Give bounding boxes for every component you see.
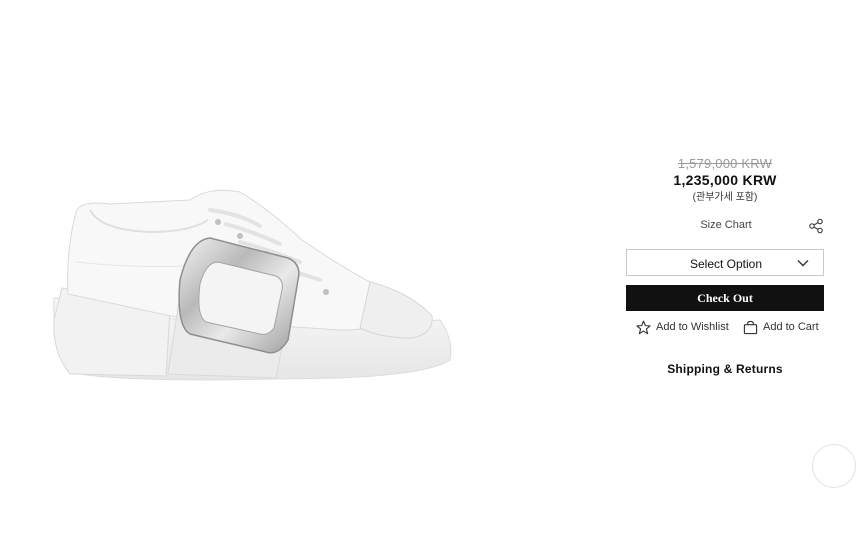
share-icon[interactable]	[808, 218, 824, 234]
checkout-button-label: Check Out	[697, 291, 753, 305]
shipping-returns-link[interactable]: Shipping & Returns	[626, 362, 824, 376]
star-icon	[636, 320, 651, 334]
current-price: 1,235,000 KRW	[673, 172, 777, 188]
add-to-cart-button[interactable]: Add to Cart	[743, 319, 819, 335]
option-select[interactable]: Select Option	[626, 249, 824, 276]
checkout-button[interactable]: Check Out	[626, 285, 824, 311]
bag-icon	[743, 320, 758, 334]
chevron-down-icon	[797, 260, 809, 267]
product-image	[53, 189, 452, 381]
wishlist-label: Add to Wishlist	[656, 321, 729, 333]
cart-label: Add to Cart	[763, 321, 819, 333]
option-select-label: Select Option	[689, 257, 763, 271]
original-price: 1,579,000 KRW	[677, 156, 773, 171]
size-chart-link[interactable]: Size Chart	[686, 219, 766, 231]
add-to-wishlist-button[interactable]: Add to Wishlist	[636, 319, 729, 335]
floating-action-button[interactable]	[812, 444, 856, 488]
price-tax-note: (관부가세 포함)	[692, 192, 758, 203]
